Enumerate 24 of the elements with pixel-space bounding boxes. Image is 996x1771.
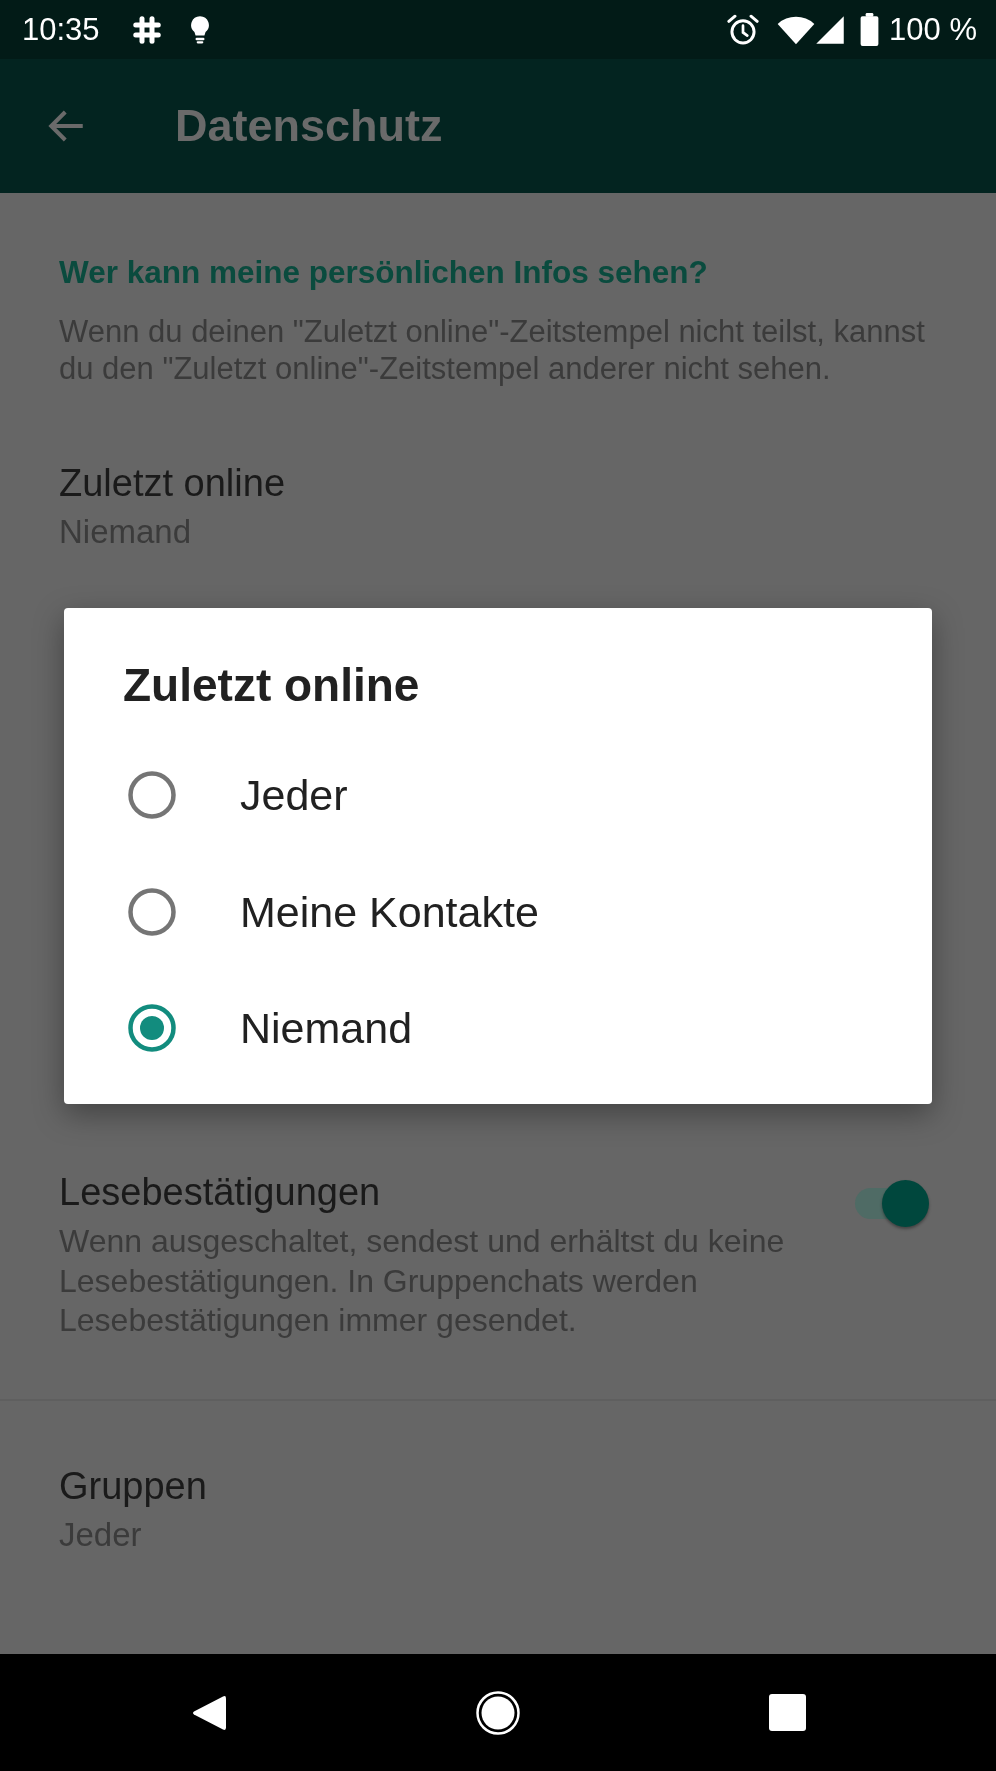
alarm-clock-icon [727,13,760,46]
option-label[interactable]: Niemand [240,1003,413,1054]
toggle-switch[interactable] [853,1180,929,1227]
radio-button[interactable] [128,771,176,820]
setting-title: Gruppen [59,1463,207,1509]
radio-button[interactable] [128,887,176,936]
wifi-icon [777,14,816,45]
back-icon[interactable] [192,1693,226,1732]
option-label[interactable]: Meine Kontakte [240,886,539,937]
status-time: 10:35 [22,11,100,48]
battery-icon [860,13,880,46]
battery-percent: 100 % [889,11,977,48]
setting-title: Lesebestätigungen [59,1170,381,1215]
hashtag-icon [131,14,162,45]
radio-button[interactable] [128,1004,176,1053]
lightbulb-icon [189,15,210,44]
recents-icon[interactable] [768,1694,806,1731]
option-label[interactable]: Jeder [240,770,348,821]
section-header: Wer kann meine persönlichen Infos sehen? [59,254,708,290]
setting-title: Zuletzt online [59,461,285,506]
home-icon[interactable] [476,1690,520,1735]
signal-icon [815,14,846,45]
screen-title: Datenschutz [175,100,443,152]
dialog-title: Zuletzt online [123,658,420,712]
